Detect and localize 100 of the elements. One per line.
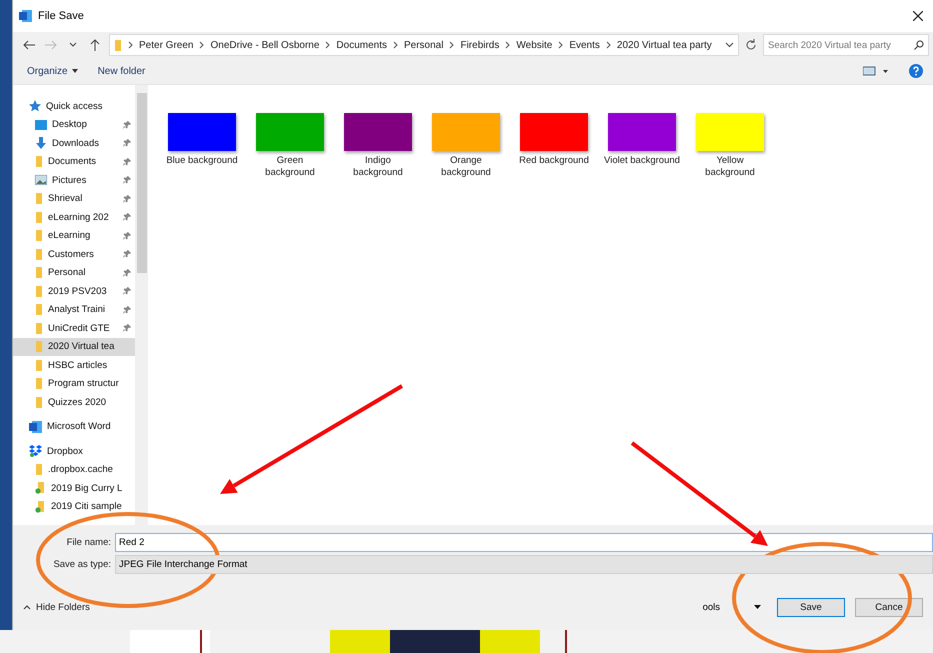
breadcrumb[interactable]: OneDrive - Bell Osborne [210, 40, 320, 50]
file-item[interactable]: Yellow background [686, 113, 774, 180]
help-icon[interactable] [909, 64, 923, 78]
file-item[interactable]: Red background [510, 113, 598, 168]
save-type-dropdown[interactable]: JPEG File Interchange Format [115, 555, 933, 574]
pin-icon[interactable] [123, 306, 131, 314]
dropbox-icon [29, 445, 42, 458]
sidebar-item[interactable]: Analyst Traini [13, 300, 135, 319]
sidebar-item[interactable]: 2019 Citi sample [13, 498, 135, 516]
chevron-icon [325, 41, 330, 49]
file-item[interactable]: Blue background [158, 113, 246, 168]
word-icon [19, 10, 32, 22]
close-icon [913, 11, 923, 21]
folder-icon [35, 304, 43, 316]
chevron-icon [199, 41, 204, 49]
sidebar-item[interactable]: 2019 PSV203 [13, 282, 135, 300]
file-item[interactable]: Orange background [422, 113, 510, 180]
pin-icon[interactable] [123, 232, 131, 240]
save-type-label: Save as type: [52, 559, 111, 570]
breadcrumb[interactable]: Website [516, 40, 552, 50]
pin-icon[interactable] [123, 268, 131, 277]
new-folder-button[interactable]: New folder [98, 66, 146, 76]
chevron-icon [449, 41, 454, 49]
folder-icon [114, 40, 122, 50]
dropdown-icon[interactable] [725, 42, 734, 48]
sidebar-item[interactable]: Customers [13, 245, 135, 264]
breadcrumb[interactable]: Events [569, 40, 600, 50]
search-field[interactable]: Search 2020 Virtual tea party [763, 34, 929, 56]
sidebar-item[interactable]: UniCredit GTE [13, 319, 135, 338]
folder-icon [35, 360, 43, 371]
folder-icon [35, 341, 43, 352]
window-title: File Save [38, 10, 85, 22]
chevron-icon [606, 41, 611, 49]
pin-icon[interactable] [123, 120, 131, 129]
breadcrumb[interactable]: Firebirds [460, 40, 500, 50]
file-name-label: File name: [66, 537, 111, 548]
sidebar-item[interactable]: Personal [13, 264, 135, 282]
search-icon [914, 40, 924, 50]
pin-icon[interactable] [123, 250, 131, 258]
folder-icon [35, 286, 43, 297]
breadcrumb[interactable]: Documents [336, 40, 387, 50]
folder-icon [35, 193, 43, 204]
sidebar-item[interactable]: Program structur [13, 374, 135, 393]
scrollbar[interactable] [135, 85, 148, 525]
sidebar-item[interactable]: Quizzes 2020 [13, 393, 135, 412]
pin-icon[interactable] [123, 287, 131, 296]
file-item[interactable]: Violet background [598, 113, 686, 168]
save-button[interactable]: Save [777, 598, 845, 616]
tools-menu-button[interactable]: ools [702, 602, 761, 612]
folder-icon [35, 212, 43, 223]
sidebar-item[interactable]: Dropbox [13, 442, 135, 460]
file-item[interactable]: Indigo background [334, 113, 422, 180]
folder-icon [35, 464, 43, 476]
star-icon [29, 100, 41, 112]
organize-menu-button[interactable]: Organize [27, 66, 78, 76]
chevron-icon [393, 41, 398, 49]
address-bar[interactable]: Peter Green OneDrive - Bell Osborne Documents Personal Firebirds Website Events 2020 Virtual tea party [109, 34, 739, 56]
chevron-icon [505, 41, 510, 49]
sidebar-item[interactable]: HSBC articles [13, 356, 135, 374]
sidebar-item[interactable]: Pictures [13, 171, 135, 190]
hide-folders-button[interactable]: Hide Folders [23, 602, 693, 612]
caret-icon [754, 605, 761, 609]
folder-icon [35, 156, 43, 168]
sidebar-item[interactable]: Quick access [13, 97, 135, 116]
chevron-icon [558, 41, 564, 49]
sidebar-item[interactable]: Desktop [13, 116, 135, 134]
folder-icon [35, 378, 43, 390]
word-icon [29, 420, 42, 433]
sidebar-item[interactable]: Documents [13, 152, 135, 171]
pin-icon[interactable] [123, 139, 131, 148]
picture-icon [35, 175, 47, 186]
pin-icon[interactable] [123, 324, 131, 332]
sidebar-item[interactable]: eLearning [13, 226, 135, 245]
pin-icon[interactable] [123, 176, 131, 184]
cancel-button[interactable]: Cance [855, 598, 923, 616]
view-icon[interactable] [863, 66, 889, 76]
breadcrumb[interactable]: Personal [404, 40, 444, 50]
desktop-icon [35, 120, 47, 130]
sidebar-item[interactable]: 2019 Big Curry L [13, 479, 135, 498]
pin-icon[interactable] [123, 213, 131, 222]
sidebar-item[interactable]: eLearning 202 [13, 208, 135, 226]
folder-icon [35, 322, 43, 334]
sidebar-item[interactable]: Microsoft Word [13, 418, 135, 436]
caret-icon [72, 69, 78, 73]
refresh-icon[interactable] [745, 39, 757, 51]
folder-icon [35, 267, 43, 278]
download-arrow-icon [35, 137, 47, 150]
breadcrumb[interactable]: Peter Green [139, 40, 194, 50]
file-item[interactable]: Green background [246, 113, 334, 180]
sidebar-item[interactable]: .dropbox.cache [13, 460, 135, 479]
chevron-down-icon [69, 42, 77, 48]
pin-icon[interactable] [123, 158, 131, 166]
breadcrumb[interactable]: 2020 Virtual tea party [616, 40, 712, 50]
folder-icon [35, 248, 43, 260]
pin-icon[interactable] [123, 194, 131, 203]
chevron-icon [128, 41, 133, 49]
sidebar-item[interactable]: Downloads [13, 134, 135, 152]
sidebar-item[interactable]: Shrieval [13, 190, 135, 208]
sidebar-item[interactable]: 2020 Virtual tea [13, 338, 135, 356]
file-name-field[interactable]: Red 2 [115, 533, 933, 552]
